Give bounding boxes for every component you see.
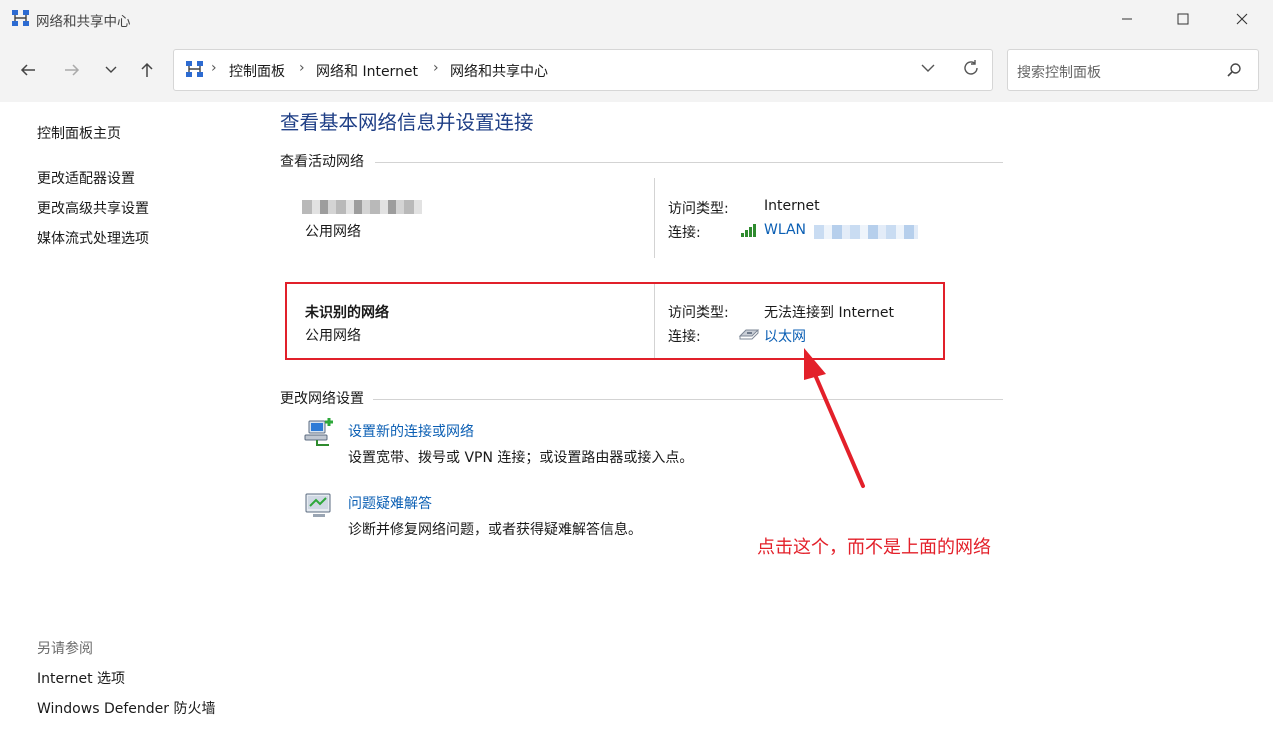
divider bbox=[654, 178, 655, 258]
window-title: 网络和共享中心 bbox=[36, 14, 131, 30]
minimize-button[interactable] bbox=[1104, 0, 1150, 38]
arrow-right-icon bbox=[65, 64, 80, 76]
wlan-connection-link[interactable]: WLAN bbox=[764, 222, 806, 238]
network-center-icon bbox=[186, 61, 203, 77]
maximize-button[interactable] bbox=[1160, 0, 1206, 38]
see-also-defender-firewall[interactable]: Windows Defender 防火墙 bbox=[37, 698, 215, 718]
change-settings-heading: 更改网络设置 bbox=[280, 391, 364, 407]
see-also-internet-options[interactable]: Internet 选项 bbox=[37, 668, 125, 688]
close-icon bbox=[1236, 13, 1248, 25]
page-title: 查看基本网络信息并设置连接 bbox=[280, 111, 534, 134]
refresh-button[interactable] bbox=[962, 59, 980, 81]
sidebar-item-advanced-sharing[interactable]: 更改高级共享设置 bbox=[37, 198, 149, 218]
setup-connection-description: 设置宽带、拨号或 VPN 连接；或设置路由器或接入点。 bbox=[348, 450, 694, 466]
maximize-icon bbox=[1177, 13, 1189, 25]
network-name: 未识别的网络 bbox=[305, 305, 389, 321]
setup-connection-link[interactable]: 设置新的连接或网络 bbox=[348, 421, 474, 441]
breadcrumb-control-panel[interactable]: 控制面板 bbox=[229, 61, 285, 81]
chevron-down-icon bbox=[921, 64, 935, 72]
breadcrumb-network-internet[interactable]: 网络和 Internet bbox=[316, 61, 418, 81]
forward-button[interactable] bbox=[58, 58, 86, 82]
breadcrumb-separator: › bbox=[299, 60, 305, 76]
divider bbox=[654, 284, 655, 358]
address-history-button[interactable] bbox=[920, 62, 936, 78]
sidebar-item-media-streaming[interactable]: 媒体流式处理选项 bbox=[37, 228, 149, 248]
network-setup-icon bbox=[304, 418, 333, 446]
search-input[interactable]: 搜索控制面板 bbox=[1017, 62, 1101, 82]
troubleshoot-link[interactable]: 问题疑难解答 bbox=[348, 493, 432, 513]
sidebar-item-control-panel-home[interactable]: 控制面板主页 bbox=[37, 123, 121, 143]
divider bbox=[375, 162, 1003, 163]
breadcrumb-separator: › bbox=[433, 60, 439, 76]
access-type-value: 无法连接到 Internet bbox=[764, 305, 895, 321]
network-category: 公用网络 bbox=[305, 224, 361, 240]
search-button[interactable] bbox=[1226, 62, 1242, 82]
close-button[interactable] bbox=[1219, 0, 1265, 38]
access-type-label: 访问类型: bbox=[668, 201, 729, 217]
recent-locations-button[interactable] bbox=[97, 58, 125, 82]
breadcrumb-network-sharing-center[interactable]: 网络和共享中心 bbox=[450, 61, 548, 81]
annotation-arrow bbox=[804, 348, 865, 488]
access-type-value: Internet bbox=[764, 198, 820, 214]
search-icon bbox=[1227, 63, 1241, 77]
breadcrumb-separator: › bbox=[211, 60, 217, 76]
annotation-text: 点击这个，而不是上面的网络 bbox=[757, 537, 991, 558]
arrow-up-icon bbox=[141, 62, 153, 77]
connection-label: 连接: bbox=[668, 225, 701, 241]
network-category: 公用网络 bbox=[305, 328, 361, 344]
back-button[interactable] bbox=[14, 58, 42, 82]
troubleshoot-description: 诊断并修复网络问题，或者获得疑难解答信息。 bbox=[348, 522, 642, 538]
refresh-icon bbox=[964, 60, 978, 75]
active-networks-heading: 查看活动网络 bbox=[280, 154, 364, 170]
see-also-heading: 另请参阅 bbox=[37, 641, 93, 657]
ethernet-icon bbox=[738, 329, 760, 340]
sidebar-item-adapter-settings[interactable]: 更改适配器设置 bbox=[37, 168, 135, 188]
wifi-signal-icon bbox=[741, 224, 756, 237]
wlan-name-redacted bbox=[814, 224, 918, 240]
chevron-down-icon bbox=[105, 66, 117, 73]
connection-label: 连接: bbox=[668, 329, 701, 345]
network-center-icon bbox=[12, 10, 29, 26]
minimize-icon bbox=[1122, 18, 1132, 20]
title-bar bbox=[0, 0, 1273, 38]
arrow-left-icon bbox=[20, 64, 35, 76]
address-bar[interactable] bbox=[173, 49, 993, 91]
up-button[interactable] bbox=[133, 58, 161, 82]
access-type-label: 访问类型: bbox=[668, 305, 729, 321]
troubleshoot-icon bbox=[305, 493, 331, 517]
divider bbox=[373, 399, 1003, 400]
network-name-redacted bbox=[302, 199, 422, 215]
